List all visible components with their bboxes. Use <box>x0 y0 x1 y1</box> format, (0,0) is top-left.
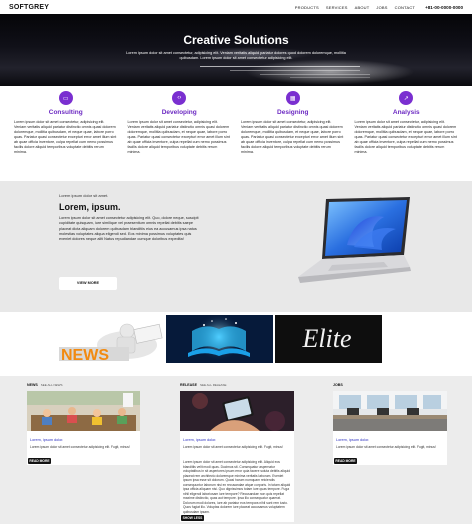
site-logo[interactable]: SOFTGREY <box>9 4 49 11</box>
code-icon: ‹› <box>172 91 187 105</box>
news-column-header: NEWS SEE ALL NEWS <box>27 383 63 387</box>
service-title: Consulting <box>48 109 83 116</box>
main-menu: PRODUCTS SERVICES ABOUT JOBS CONTACT <box>295 5 415 10</box>
services-section: ▭ Consulting Lorem ipsum dolor sit amet … <box>0 86 472 181</box>
about-kicker: Lorem ipsum dolor sit amet. <box>59 193 109 198</box>
service-text: Lorem ipsum dolor sit amet consectetur, … <box>14 120 117 154</box>
nav-item-jobs[interactable]: JOBS <box>376 5 387 10</box>
view-more-button[interactable]: VIEW MORE <box>59 277 117 290</box>
nav-item-services[interactable]: SERVICES <box>326 5 348 10</box>
release-card: Lorem, ipsum dolor. Lorem ipsum dolor si… <box>180 391 294 522</box>
service-text: Lorem ipsum dolor sit amet consectetur, … <box>127 120 230 154</box>
service-consulting: ▭ Consulting Lorem ipsum dolor sit amet … <box>9 86 123 181</box>
light-streak <box>260 74 370 75</box>
jobs-column-header: JOBS <box>333 383 343 387</box>
news-card: Lorem, ipsum dolor. Lorem ipsum dolor si… <box>27 391 140 465</box>
card-text: Lorem ipsum dolor sit amet consectetur a… <box>336 445 436 449</box>
laptop-image <box>298 197 411 283</box>
classroom-image <box>27 391 140 431</box>
card-title[interactable]: Lorem, ipsum dolor. <box>336 438 369 442</box>
nav-item-products[interactable]: PRODUCTS <box>295 5 319 10</box>
posts-section: NEWS SEE ALL NEWS Lorem, ipsum dolor. Lor… <box>0 376 472 524</box>
light-streak <box>200 66 360 67</box>
service-title: Developing <box>161 109 197 116</box>
hero-text: Lorem ipsum dolor sit amet consectetur, … <box>126 51 346 60</box>
see-all-link[interactable]: SEE ALL RELEASE <box>200 383 227 387</box>
phone-number[interactable]: +81-00-0000-0000 <box>425 5 463 10</box>
hero-title: Creative Solutions <box>183 33 289 47</box>
service-title: Designing <box>277 109 309 116</box>
service-analysis: ↗ Analysis Lorem ipsum dolor sit amet co… <box>350 86 464 181</box>
chat-icon: ▭ <box>58 91 73 105</box>
nav-item-contact[interactable]: CONTACT <box>395 5 415 10</box>
service-text: Lorem ipsum dolor sit amet consectetur, … <box>241 120 344 154</box>
chart-icon: ↗ <box>399 91 414 105</box>
card-title[interactable]: Lorem, ipsum dolor. <box>183 438 216 442</box>
service-text: Lorem ipsum dolor sit amet consectetur, … <box>354 120 457 154</box>
news-word: NEWS <box>61 347 109 363</box>
card-long-text: Lorem ipsum dolor sit amet consectetur a… <box>183 460 291 514</box>
open-book-image <box>166 315 273 363</box>
grid-icon: ▦ <box>285 91 300 105</box>
card-title[interactable]: Lorem, ipsum dolor. <box>30 438 63 442</box>
service-developing: ‹› Developing Lorem ipsum dolor sit amet… <box>123 86 237 181</box>
service-designing: ▦ Designing Lorem ipsum dolor sit amet c… <box>236 86 350 181</box>
about-section: Lorem ipsum dolor sit amet. Lorem, ipsum… <box>0 181 472 312</box>
light-streak <box>230 70 360 71</box>
elite-image: Elite <box>275 315 382 363</box>
top-nav: SOFTGREY PRODUCTS SERVICES ABOUT JOBS CO… <box>0 0 472 14</box>
card-text: Lorem ipsum dolor sit amet consectetur a… <box>30 445 130 449</box>
column-title: RELEASE <box>180 383 197 387</box>
show-less-button[interactable]: SHOW LESS <box>181 515 204 521</box>
office-image <box>333 391 447 431</box>
card-text: Lorem ipsum dolor sit amet consectetur a… <box>183 445 283 449</box>
read-more-button[interactable]: READ MORE <box>334 458 357 464</box>
service-title: Analysis <box>392 109 420 116</box>
phone-hand-image <box>180 391 294 431</box>
see-all-link[interactable]: SEE ALL NEWS <box>41 383 63 387</box>
jobs-card: Lorem, ipsum dolor. Lorem ipsum dolor si… <box>333 391 447 465</box>
nav-item-about[interactable]: ABOUT <box>355 5 370 10</box>
news-image: NEWS <box>57 315 164 363</box>
release-column-header: RELEASE SEE ALL RELEASE <box>180 383 227 387</box>
about-text: Lorem ipsum dolor sit amet consectetur a… <box>59 216 199 242</box>
about-title: Lorem, ipsum. <box>59 202 121 212</box>
read-more-button[interactable]: READ MORE <box>28 458 51 464</box>
image-gallery: NEWS Elite <box>0 312 472 376</box>
column-title: JOBS <box>333 383 343 387</box>
light-streak <box>290 77 370 78</box>
column-title: NEWS <box>27 383 38 387</box>
hero-banner: Creative Solutions Lorem ipsum dolor sit… <box>0 14 472 86</box>
elite-word: Elite <box>301 324 351 353</box>
